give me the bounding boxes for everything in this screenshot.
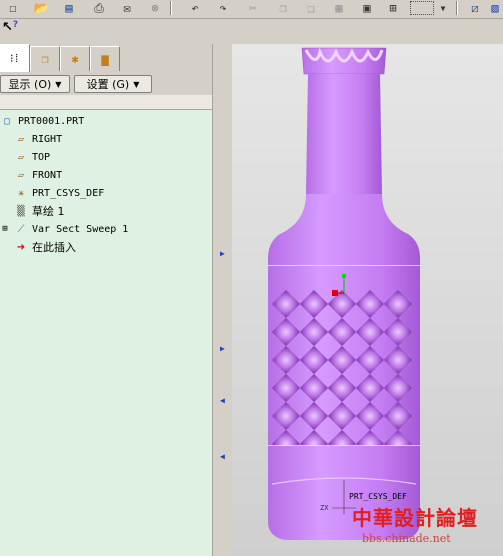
navigator-tabs: ⁝⁞ ❐ ✱ ▆ <box>0 44 215 72</box>
sweep-icon: ⟋ <box>17 223 25 235</box>
tree-item-label: Var Sect Sweep 1 <box>32 223 129 235</box>
graphics-viewport[interactable]: ZX <box>232 44 503 556</box>
help-icon: ? <box>12 20 19 30</box>
csys-icon: ✳ <box>17 187 25 199</box>
find-icon[interactable]: ⊞ <box>384 0 402 16</box>
tree-item-insert-here[interactable]: ➜ 在此插入 <box>14 239 76 255</box>
watermark: 中華設計論壇 bbs.chinade.net <box>346 498 502 550</box>
redo-icon[interactable]: ↷ <box>214 0 232 16</box>
paste-icon[interactable]: ❏ <box>302 0 320 16</box>
new-icon[interactable]: ☐ <box>4 0 22 16</box>
bottle-model: ZX <box>268 47 420 540</box>
link-icon[interactable]: ⊗ <box>146 0 164 16</box>
tree-item-csys[interactable]: ✳ PRT_CSYS_DEF <box>14 185 104 201</box>
datum-icon[interactable]: ▨ <box>486 0 503 16</box>
tree-item-label: 在此插入 <box>32 241 76 254</box>
settings-dropdown[interactable]: 设置 (G) ▼ <box>74 75 152 93</box>
tree-item-sketch[interactable]: ▒ 草绘 1 <box>14 203 65 219</box>
tab-model-tree[interactable]: ⁝⁞ <box>0 44 30 72</box>
sketch-hatch-icon: ▒ <box>17 205 25 217</box>
paste-special-icon[interactable]: ▦ <box>330 0 348 16</box>
toolbar-separator <box>170 1 172 15</box>
tab-layers[interactable]: ❐ <box>30 46 60 71</box>
tree-item-top[interactable]: ▱ TOP <box>14 149 50 165</box>
expand-arrow-icon[interactable]: ◀ <box>220 452 225 461</box>
tree-column-header <box>0 95 212 110</box>
sketch-icon[interactable]: ⧄ <box>466 0 484 16</box>
tree-item-part[interactable]: ▢ PRT0001.PRT <box>0 113 84 129</box>
model-tree-menu-row: 显示 (O) ▼ 设置 (G) ▼ <box>0 73 215 95</box>
folder-icon: ▆ <box>101 52 109 66</box>
tab-favorites[interactable]: ✱ <box>60 46 90 71</box>
open-icon[interactable]: 📂 <box>32 0 50 16</box>
select-box-icon[interactable] <box>410 1 434 15</box>
datum-plane-icon: ▱ <box>17 169 25 181</box>
context-help-button[interactable]: ↖? <box>2 20 18 35</box>
cut-icon[interactable]: ✂ <box>244 0 262 16</box>
show-label: 显示 (O) <box>8 78 52 91</box>
expand-plus-icon[interactable]: ⊞ <box>0 223 10 235</box>
tree-item-label: RIGHT <box>32 133 63 145</box>
model-tree-icon: ⁝⁞ <box>9 51 21 65</box>
regenerate-icon[interactable]: ▣ <box>358 0 376 16</box>
copy-icon[interactable]: ❐ <box>274 0 292 16</box>
email-icon[interactable]: ✉ <box>118 0 136 16</box>
datum-plane-icon: ▱ <box>17 151 25 163</box>
tree-item-var-sect-sweep[interactable]: ⊞ ⟋ Var Sect Sweep 1 <box>0 221 128 237</box>
tree-item-label: PRT0001.PRT <box>18 115 85 127</box>
show-dropdown[interactable]: 显示 (O) ▼ <box>0 75 70 93</box>
insert-here-arrow-icon: ➜ <box>16 241 26 253</box>
tree-item-label: FRONT <box>32 169 63 181</box>
svg-text:ZX: ZX <box>320 504 329 512</box>
settings-label: 设置 (G) <box>86 78 130 91</box>
chevron-down-icon: ▼ <box>133 79 140 89</box>
part-icon: ▢ <box>3 115 11 127</box>
toolbar-separator <box>456 1 458 15</box>
watermark-title: 中華設計論壇 <box>352 506 478 530</box>
print-icon[interactable]: ⎙ <box>90 0 108 16</box>
collapse-arrow-icon[interactable]: ▶ <box>220 249 225 258</box>
tree-item-label: PRT_CSYS_DEF <box>32 187 105 199</box>
datum-plane-icon: ▱ <box>17 133 25 145</box>
undo-icon[interactable]: ↶ <box>186 0 204 16</box>
chevron-down-icon: ▼ <box>55 79 62 89</box>
pointer-icon: ↖ <box>2 20 13 35</box>
main-toolbar: ☐ 📂 ▤ ⎙ ✉ ⊗ ↶ ↷ ✂ ❐ ❏ ▦ ▣ ⊞ ▼ ⧄ ▨ <box>0 0 503 19</box>
tree-item-front[interactable]: ▱ FRONT <box>14 167 62 183</box>
watermark-url: bbs.chinade.net <box>362 532 451 545</box>
tree-item-right[interactable]: ▱ RIGHT <box>14 131 62 147</box>
favorites-folder-icon: ✱ <box>71 52 79 66</box>
model-tree: ▢ PRT0001.PRT ▱ RIGHT ▱ TOP ▱ FRONT ✳ PR… <box>0 110 212 556</box>
layers-icon: ❐ <box>41 52 49 66</box>
tree-item-label: 草绘 1 <box>32 205 65 218</box>
tab-folder-browser[interactable]: ▆ <box>90 46 120 71</box>
collapse-arrow-icon[interactable]: ▶ <box>220 344 225 353</box>
panel-splitter[interactable]: ▶ ▶ ◀ ◀ <box>212 44 233 556</box>
save-icon[interactable]: ▤ <box>60 0 78 16</box>
dropdown-arrow-icon[interactable]: ▼ <box>434 0 452 16</box>
expand-arrow-icon[interactable]: ◀ <box>220 396 225 405</box>
tree-item-label: TOP <box>32 151 51 163</box>
